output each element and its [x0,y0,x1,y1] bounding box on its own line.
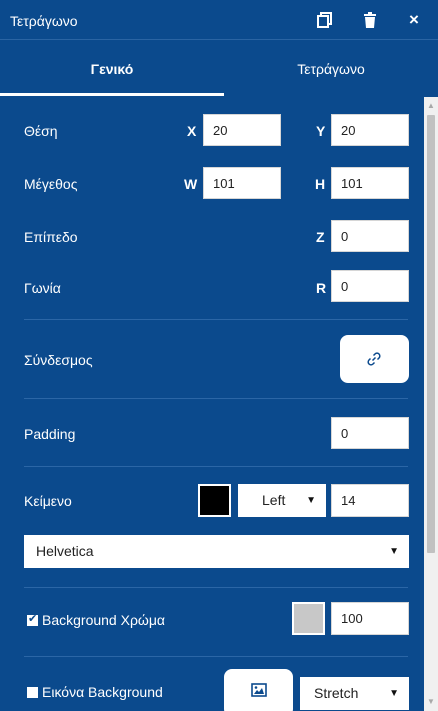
properties-panel: Θέση X 20 Y 20 Μέγεθος W 101 H 101 Επίπε… [0,97,424,711]
link-button[interactable] [340,335,409,383]
background-image-label: Εικόνα Background [42,684,163,700]
divider [24,319,408,320]
background-color-swatch[interactable] [292,602,325,635]
padding-input[interactable]: 0 [331,417,409,449]
panel-title: Τετράγωνο [10,13,78,29]
scrollbar[interactable]: ▲ ▼ [424,97,438,711]
tab-square[interactable]: Τετράγωνο [224,41,438,97]
y-input[interactable]: 20 [331,114,409,146]
text-align-select[interactable]: Left ▼ [238,484,326,517]
panel-header: Τετράγωνο × [0,0,438,40]
background-image-button[interactable] [224,669,293,711]
background-opacity-input[interactable]: 100 [331,602,409,635]
text-align-value: Left [262,492,286,508]
tab-bar: Γενικό Τετράγωνο [0,41,438,97]
size-label: Μέγεθος [24,176,78,192]
scroll-down-arrow-icon[interactable]: ▼ [427,697,435,706]
font-family-value: Helvetica [36,543,94,559]
chevron-down-icon: ▼ [389,688,399,699]
padding-label: Padding [24,426,76,442]
background-color-label: Background Χρώμα [42,612,165,628]
w-label: W [184,176,198,192]
image-icon [251,683,267,697]
link-label: Σύνδεσμος [24,352,93,368]
z-label: Z [316,229,325,245]
w-input[interactable]: 101 [203,167,281,199]
divider [24,587,408,588]
tab-general[interactable]: Γενικό [0,41,224,97]
text-size-input[interactable]: 14 [331,484,409,517]
checkmark-icon: ✔ [28,613,38,625]
divider [24,398,408,399]
position-label: Θέση [24,123,58,139]
background-mode-select[interactable]: Stretch ▼ [300,677,409,710]
background-color-checkbox[interactable]: ✔ [27,613,38,626]
trash-icon[interactable] [361,11,379,29]
scroll-thumb[interactable] [427,115,435,553]
close-icon[interactable]: × [409,11,427,29]
divider [24,466,408,467]
text-label: Κείμενο [24,493,72,509]
text-color-swatch[interactable] [198,484,231,517]
z-input[interactable]: 0 [331,220,409,252]
chevron-down-icon: ▼ [306,495,316,506]
divider [24,656,408,657]
y-label: Y [316,123,326,139]
h-label: H [315,176,326,192]
chevron-down-icon: ▼ [389,546,399,557]
x-input[interactable]: 20 [203,114,281,146]
background-image-checkbox[interactable] [27,687,38,698]
font-family-select[interactable]: Helvetica ▼ [24,535,409,568]
angle-label: Γωνία [24,280,61,296]
link-icon [367,352,381,366]
scroll-up-arrow-icon[interactable]: ▲ [427,101,435,110]
h-input[interactable]: 101 [331,167,409,199]
active-tab-indicator [0,93,224,96]
r-input[interactable]: 0 [331,270,409,302]
background-mode-value: Stretch [314,685,359,701]
x-label: X [187,123,197,139]
layer-label: Επίπεδο [24,229,78,245]
copy-icon[interactable] [316,11,334,29]
r-label: R [316,280,327,296]
